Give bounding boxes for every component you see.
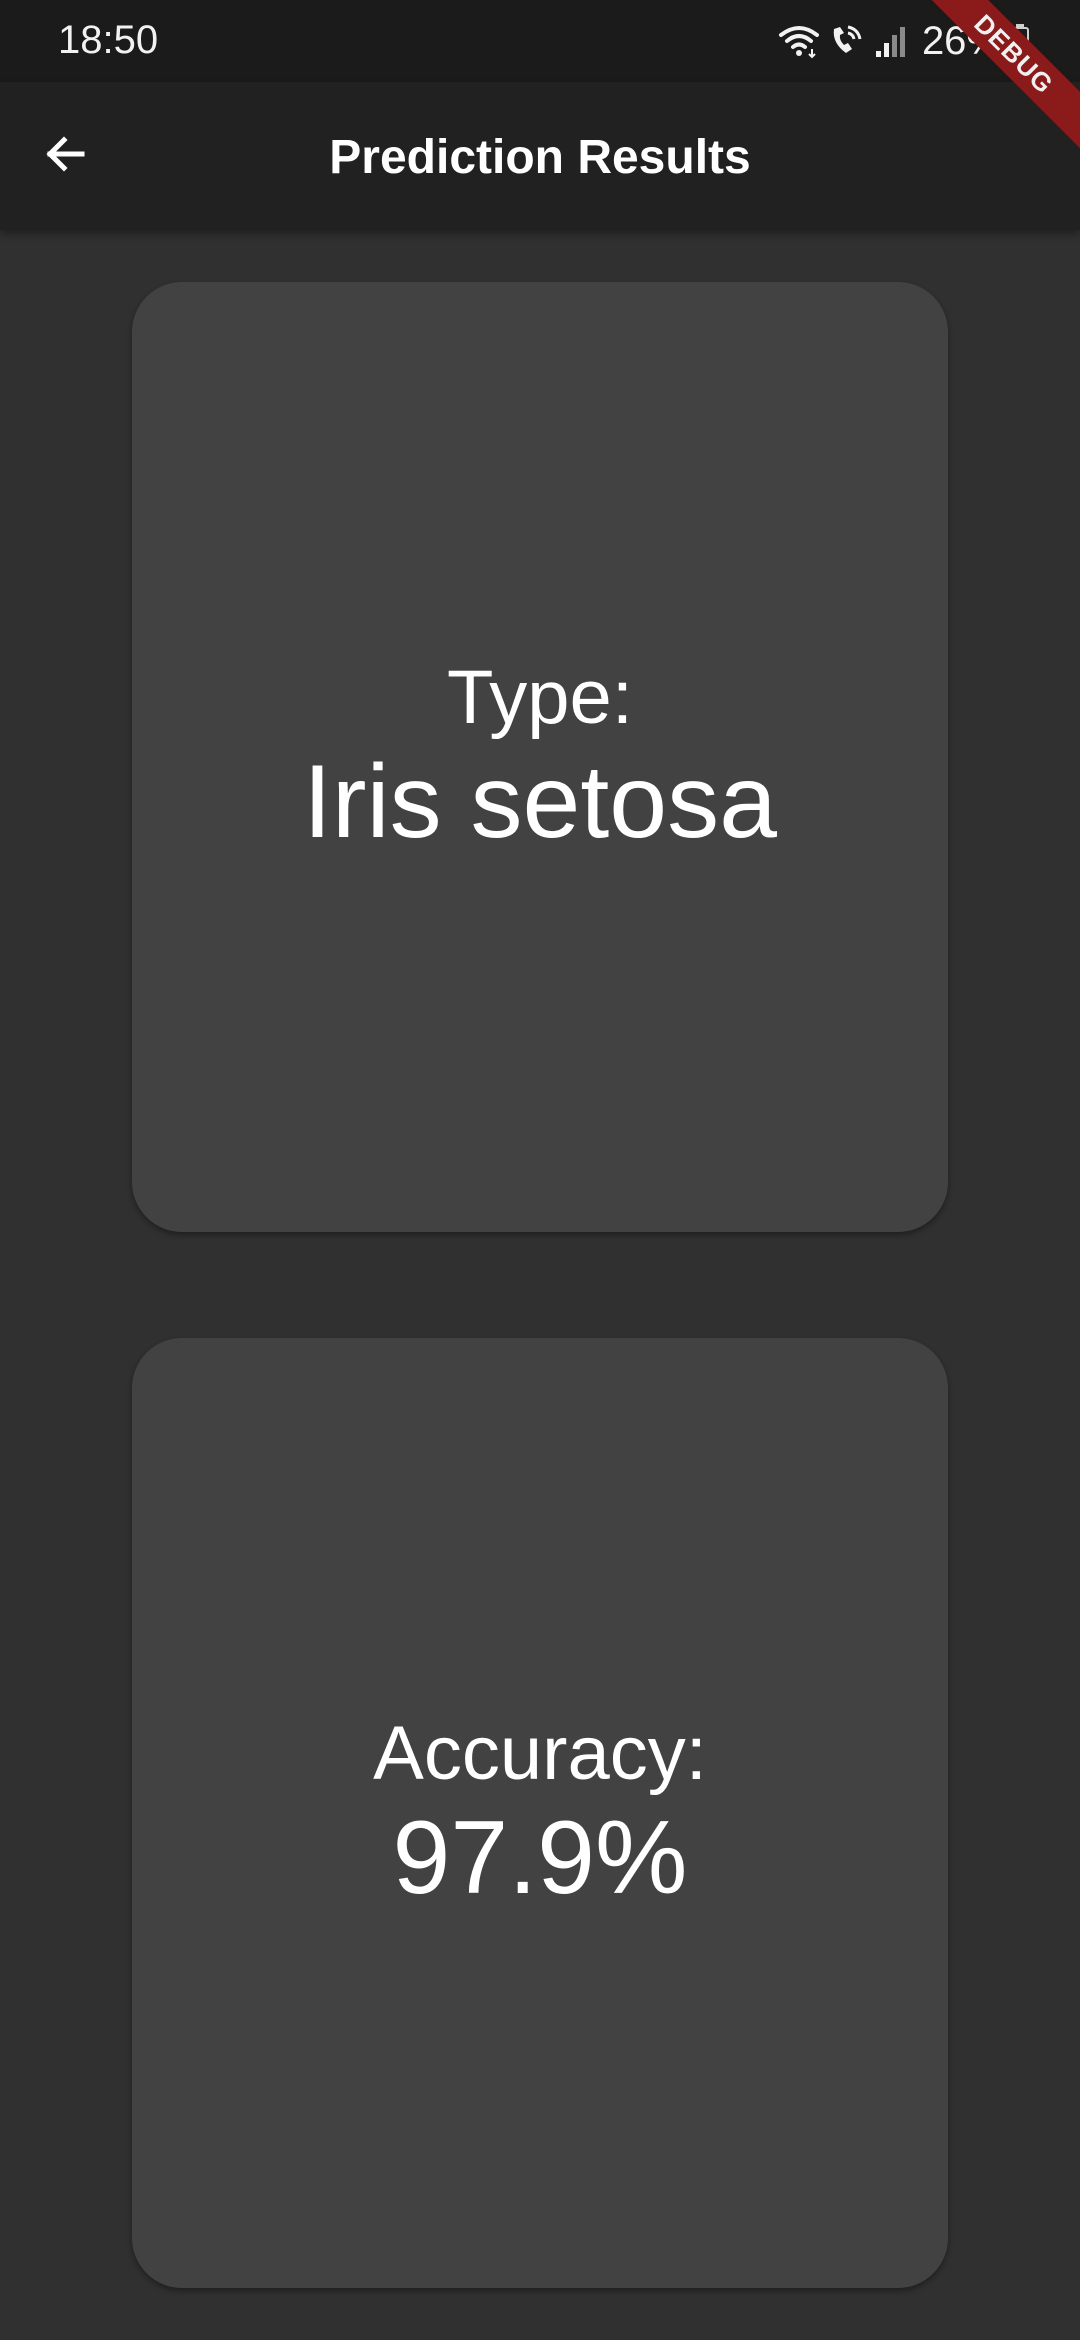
type-label: Type: xyxy=(447,655,633,740)
signal-icon xyxy=(874,23,908,59)
wifi-icon xyxy=(778,23,820,59)
call-icon xyxy=(828,23,866,59)
status-icons: 26% xyxy=(778,18,1030,64)
status-bar: 18:50 26% xyxy=(0,0,1080,82)
accuracy-value: 97.9% xyxy=(392,1800,688,1916)
type-card: Type: Iris setosa xyxy=(132,282,948,1232)
battery-percentage: 26% xyxy=(921,18,1002,63)
status-time: 18:50 xyxy=(58,18,159,62)
type-value: Iris setosa xyxy=(303,744,777,860)
accuracy-label: Accuracy: xyxy=(373,1711,707,1796)
page-title: Prediction Results xyxy=(329,131,751,184)
battery-icon xyxy=(1010,23,1030,59)
accuracy-card: Accuracy: 97.9% xyxy=(132,1338,948,2288)
app-bar: Prediction Results xyxy=(0,82,1080,230)
